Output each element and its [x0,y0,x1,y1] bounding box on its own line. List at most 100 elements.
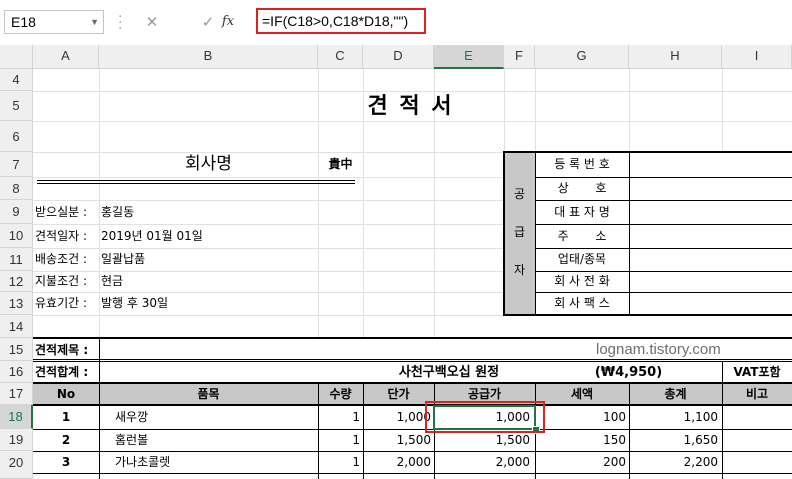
name-box[interactable]: E18 ▼ [4,10,104,34]
table-row-supply[interactable]: 2,000 [434,452,530,473]
table-row-item[interactable]: 새우깡 [115,406,315,429]
row-header-14[interactable]: 14 [0,315,33,338]
chevron-down-icon[interactable]: ▼ [90,11,99,33]
supplier-border [535,177,792,178]
supplier-border [535,271,792,272]
column-header-b[interactable]: B [99,45,318,69]
row-header-7[interactable]: 7 [0,152,33,177]
info-label: 배송조건 : [35,252,88,266]
table-row-no[interactable]: 2 [33,430,99,451]
info-label: 받으실분 : [35,205,88,219]
formula-input[interactable]: =IF(C18>0,C18*D18,"") [256,8,426,34]
column-header-f[interactable]: F [504,45,535,69]
supplier-border [535,292,792,293]
row-header-11[interactable]: 11 [0,248,33,271]
table-border [33,473,792,474]
supplier-char: 자 [513,263,526,277]
row-header-10[interactable]: 10 [0,224,33,248]
total-amount: (₩4,950) [594,365,663,380]
select-all-corner[interactable] [0,45,33,69]
info-value: 일괄납품 [101,252,146,266]
company-label: 회사명 [185,154,232,174]
table-row-supply[interactable]: 1,500 [434,430,530,451]
watermark: lognam.tistory.com [596,341,721,358]
info-label: 지불조건 : [35,274,88,288]
table-row-tax[interactable]: 200 [535,452,626,473]
column-header-h[interactable]: H [629,45,722,69]
info-value: 홍길동 [101,205,135,219]
row-header-9[interactable]: 9 [0,200,33,224]
info-value: 2019년 01월 01일 [101,229,203,243]
column-title-qty: 수량 [329,387,352,401]
row-header-17[interactable]: 17 [0,383,33,405]
row-header-6[interactable]: 6 [0,121,33,152]
cancel-icon[interactable]: ✕ [140,10,164,34]
table-row-price[interactable]: 1,000 [363,406,431,429]
formula-bar: E18 ▼ · · · ✕ ✓ fx =IF(C18>0,C18*D18,"") [0,0,792,46]
column-title-tax: 세액 [570,387,594,401]
row-header-15[interactable]: 15 [0,338,33,361]
row-header-4[interactable]: 4 [0,69,33,91]
supplier-field-label: 회 사 팩 스 [554,296,610,310]
row-header-5[interactable]: 5 [0,91,33,121]
column-header-c[interactable]: C [318,45,363,69]
gridline [33,121,792,122]
drag-handle-icon[interactable]: · · · [118,10,122,36]
column-title-item: 품목 [197,387,220,401]
row-header-19[interactable]: 19 [0,429,33,451]
column-header-e[interactable]: E [434,45,504,69]
table-row-qty[interactable]: 1 [318,452,360,473]
row-header-18[interactable]: 18 [0,405,33,429]
insert-function-icon[interactable]: fx [216,10,240,34]
info-value: 발행 후 30일 [101,296,169,310]
column-title-total: 총계 [664,387,687,401]
table-row-total[interactable]: 1,100 [629,406,718,429]
supplier-field-label: 주 소 [557,229,607,243]
row-header-13[interactable]: 13 [0,292,33,315]
subject-label: 견적제목 : [35,343,89,357]
column-header-i[interactable]: I [722,45,792,69]
supplier-field-label: 등 록 번 호 [554,157,610,171]
supplier-border [535,224,792,225]
spreadsheet-grid[interactable]: A B C D E F G H I 4 5 6 7 8 9 10 11 12 1… [0,45,792,479]
double-underline [37,183,355,184]
row-header-16[interactable]: 16 [0,361,33,383]
supplier-field-label: 대 표 자 명 [554,205,610,219]
supplier-border [535,248,792,249]
gridline [722,69,723,152]
supplier-border [503,151,505,316]
column-header-d[interactable]: D [363,45,434,69]
table-row-tax[interactable]: 150 [535,430,626,451]
supplier-field-label: 업태/종목 [557,252,607,266]
total-label: 견적합계 : [35,365,89,379]
section-border [33,359,792,360]
supplier-char: 공 [513,187,526,201]
table-row-price[interactable]: 2,000 [363,452,431,473]
table-row-qty[interactable]: 1 [318,430,360,451]
table-row-qty[interactable]: 1 [318,406,360,429]
supplier-border [503,314,792,316]
table-row-price[interactable]: 1,500 [363,430,431,451]
table-row-item[interactable]: 가나초콜렛 [115,452,315,473]
supplier-border [503,151,792,153]
vat-note: VAT포함 [733,365,781,379]
column-header-a[interactable]: A [33,45,99,69]
table-row-no[interactable]: 1 [33,406,99,429]
supplier-field-label: 회 사 전 화 [554,274,610,288]
column-title-note: 비고 [745,387,769,401]
table-row-tax[interactable]: 100 [535,406,626,429]
row-header-20[interactable]: 20 [0,451,33,479]
table-row-total[interactable]: 2,200 [629,452,718,473]
supplier-char: 급 [513,225,526,239]
row-header-12[interactable]: 12 [0,271,33,292]
column-title-no: No [56,387,76,401]
table-border [722,383,723,479]
annotation-highlight-box [425,401,545,433]
table-row-total[interactable]: 1,650 [629,430,718,451]
column-header-g[interactable]: G [535,45,629,69]
double-underline [37,180,355,181]
table-row-item[interactable]: 홈런볼 [115,430,315,451]
table-row-no[interactable]: 3 [33,452,99,473]
row-header-8[interactable]: 8 [0,177,33,200]
supplier-field-label: 상 호 [557,181,607,195]
